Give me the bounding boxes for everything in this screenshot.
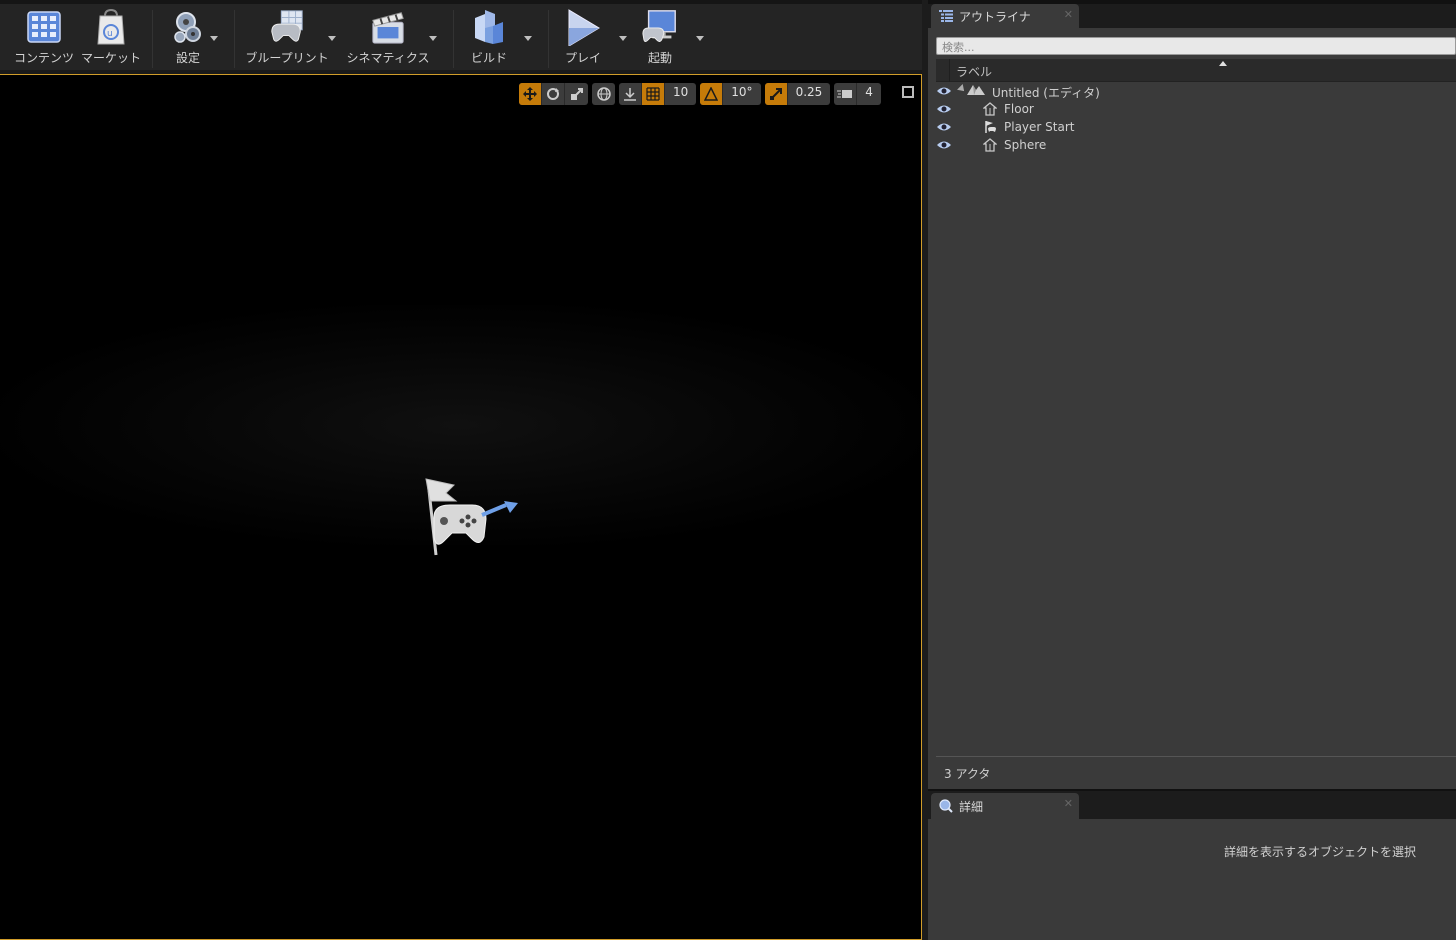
label-column-header[interactable]: ラベル xyxy=(956,63,992,80)
build-blocks-icon xyxy=(470,8,508,46)
build-dropdown-chevron-icon[interactable] xyxy=(524,36,532,41)
main-toolbar: コンテンツ u マーケット 設定 ブループリント シネマティクス ビルド プレイ… xyxy=(0,0,923,70)
editor-window: コンテンツ u マーケット 設定 ブループリント シネマティクス ビルド プレイ… xyxy=(0,0,1456,940)
grid-snap-icon[interactable] xyxy=(642,83,665,105)
blueprint-controller-icon xyxy=(268,8,306,46)
rotate-mode-icon[interactable] xyxy=(542,83,565,105)
settings-dropdown-chevron-icon[interactable] xyxy=(210,36,218,41)
marketplace-label: マーケット xyxy=(81,51,142,65)
scale-snap-group: 0.25 xyxy=(764,83,831,105)
actor-label: Sphere xyxy=(1004,138,1047,152)
tab-details[interactable]: 詳細 ✕ xyxy=(931,793,1079,819)
sort-ascending-icon[interactable] xyxy=(1219,61,1227,66)
content-label: コンテンツ xyxy=(14,51,75,65)
level-viewport[interactable]: 10 10° 0.25 4 xyxy=(0,74,922,940)
coordinate-system-group xyxy=(592,83,615,105)
cinematics-label: シネマティクス xyxy=(346,51,430,65)
viewport-transform-toolbar: 10 10° 0.25 4 xyxy=(519,83,885,105)
world-map-icon xyxy=(967,85,985,95)
launch-dropdown-chevron-icon[interactable] xyxy=(696,36,704,41)
eye-visibility-icon[interactable] xyxy=(937,86,951,96)
outliner-row-floor[interactable]: Floor xyxy=(936,100,1456,118)
cinematics-clapper-icon xyxy=(369,8,407,46)
play-label: プレイ xyxy=(564,51,601,65)
world-label: Untitled (エディタ) xyxy=(992,86,1100,100)
actor-label: Player Start xyxy=(1004,120,1075,134)
close-icon[interactable]: ✕ xyxy=(1064,8,1073,21)
details-magnifier-icon xyxy=(939,799,953,813)
play-triangle-icon xyxy=(564,8,602,46)
play-dropdown-chevron-icon[interactable] xyxy=(619,36,627,41)
outliner-row-sphere[interactable]: Sphere xyxy=(936,136,1456,154)
actor-count: 3 アクタ xyxy=(936,756,1456,788)
grid-snap-group: 10 xyxy=(619,83,697,105)
outliner-row-world[interactable]: Untitled (エディタ) xyxy=(936,82,1456,100)
camera-speed-group: 4 xyxy=(834,83,881,105)
details-tab-label: 詳細 xyxy=(959,799,984,814)
surface-snap-icon[interactable] xyxy=(619,83,642,105)
grid-snap-value[interactable]: 10 xyxy=(665,83,696,105)
scale-snap-value[interactable]: 0.25 xyxy=(788,83,831,105)
camera-speed-icon[interactable] xyxy=(834,83,858,105)
translate-mode-icon[interactable] xyxy=(519,83,542,105)
outliner-tab-label: アウトライナ xyxy=(959,9,1031,24)
rotation-snap-value[interactable]: 10° xyxy=(723,83,760,105)
build-button[interactable]: ビルド xyxy=(468,8,510,68)
static-mesh-actor-icon xyxy=(983,138,997,152)
visibility-column-header[interactable] xyxy=(936,59,950,82)
details-tabbar: 詳細 ✕ xyxy=(928,791,1456,819)
marketplace-bag-icon: u xyxy=(92,8,130,46)
toolbar-divider xyxy=(152,10,153,68)
outliner-tabbar: アウトライナ ✕ xyxy=(928,4,1456,28)
rotation-snap-group: 10° xyxy=(700,83,761,105)
rotation-snap-icon[interactable] xyxy=(700,83,724,105)
eye-visibility-icon[interactable] xyxy=(937,104,951,114)
launch-label: 起動 xyxy=(647,51,672,65)
tab-outliner[interactable]: アウトライナ ✕ xyxy=(931,4,1079,28)
toolbar-divider xyxy=(548,10,549,68)
static-mesh-actor-icon xyxy=(983,102,997,116)
outliner-column-header: ラベル xyxy=(936,59,1456,82)
player-start-icon xyxy=(985,121,996,133)
outliner-panel: アウトライナ ✕ 検索... ラベル Untitled (エディタ) Floor… xyxy=(928,4,1456,789)
details-empty-message: 詳細を表示するオブジェクトを選択 xyxy=(1223,845,1416,859)
outliner-row-player-start[interactable]: Player Start xyxy=(936,118,1456,136)
outliner-list-icon xyxy=(939,10,953,22)
settings-label: 設定 xyxy=(175,51,200,65)
close-icon[interactable]: ✕ xyxy=(1064,797,1073,810)
play-button[interactable]: プレイ xyxy=(560,8,606,68)
blueprints-button[interactable]: ブループリント xyxy=(245,8,329,68)
cinematics-button[interactable]: シネマティクス xyxy=(346,8,430,68)
player-start-sprite-icon[interactable] xyxy=(420,475,530,575)
settings-gears-icon xyxy=(169,8,207,46)
world-globe-icon[interactable] xyxy=(592,83,615,105)
content-grid-icon xyxy=(25,8,63,46)
details-panel: 詳細 ✕ 詳細を表示するオブジェクトを選択 xyxy=(928,791,1456,940)
svg-text:u: u xyxy=(107,29,113,39)
build-label: ビルド xyxy=(470,51,507,65)
scale-snap-icon[interactable] xyxy=(764,83,788,105)
launch-monitor-icon xyxy=(641,8,679,46)
maximize-viewport-icon[interactable] xyxy=(902,86,914,98)
blueprints-label: ブループリント xyxy=(245,51,329,65)
content-button[interactable]: コンテンツ xyxy=(14,8,74,68)
scale-mode-icon[interactable] xyxy=(565,83,588,105)
settings-button[interactable]: 設定 xyxy=(166,8,210,68)
actor-label: Floor xyxy=(1004,102,1034,116)
camera-speed-value[interactable]: 4 xyxy=(857,83,881,105)
eye-visibility-icon[interactable] xyxy=(937,140,951,150)
outliner-search-input[interactable]: 検索... xyxy=(936,37,1456,55)
eye-visibility-icon[interactable] xyxy=(937,122,951,132)
transform-mode-group xyxy=(519,83,588,105)
toolbar-divider xyxy=(453,10,454,68)
cinematics-dropdown-chevron-icon[interactable] xyxy=(429,36,437,41)
blueprints-dropdown-chevron-icon[interactable] xyxy=(328,36,336,41)
toolbar-divider xyxy=(234,10,235,68)
launch-button[interactable]: 起動 xyxy=(638,8,682,68)
marketplace-button[interactable]: u マーケット xyxy=(81,8,142,68)
